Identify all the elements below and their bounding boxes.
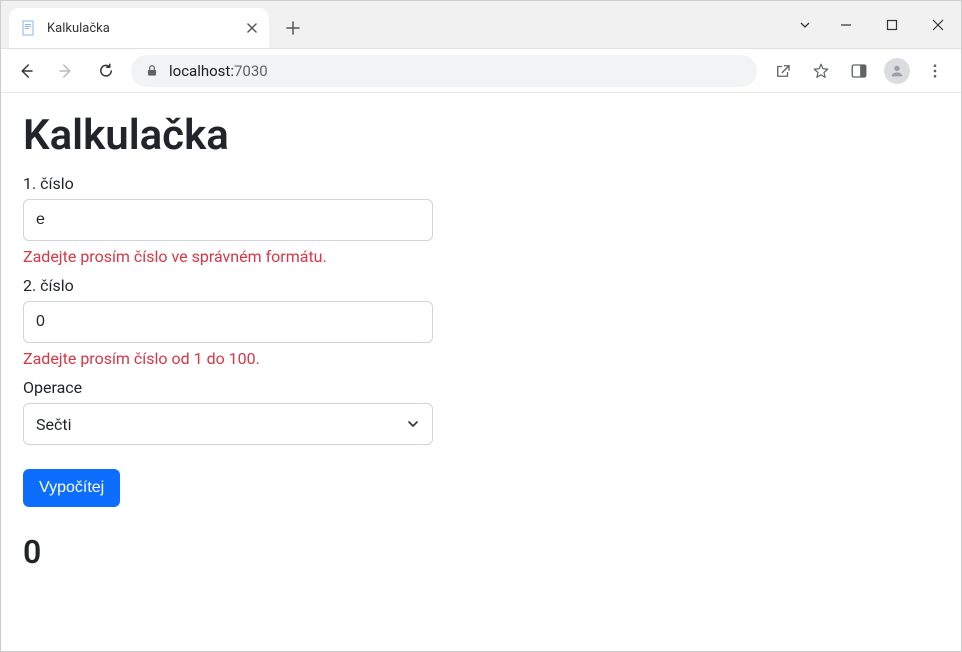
field-1-label: 1. číslo xyxy=(23,174,433,193)
result-value: 0 xyxy=(23,533,939,571)
url-text: localhost:7030 xyxy=(169,62,268,80)
chevron-down-icon[interactable] xyxy=(787,5,823,45)
maximize-button[interactable] xyxy=(869,5,915,45)
field-2-error: Zadejte prosím číslo od 1 do 100. xyxy=(23,349,433,368)
field-1-group: 1. číslo Zadejte prosím číslo ve správné… xyxy=(23,174,433,266)
close-tab-icon[interactable] xyxy=(247,23,257,33)
field-2-group: 2. číslo Zadejte prosím číslo od 1 do 10… xyxy=(23,276,433,368)
submit-button[interactable]: Vypočítej xyxy=(23,469,120,507)
page-favicon-icon xyxy=(21,20,37,36)
field-2-input[interactable] xyxy=(23,301,433,343)
page-title: Kalkulačka xyxy=(23,111,939,160)
back-button[interactable] xyxy=(11,56,41,86)
field-2-label: 2. číslo xyxy=(23,276,433,295)
window-controls xyxy=(787,5,961,45)
side-panel-icon[interactable] xyxy=(843,55,875,87)
operation-select[interactable]: Sečti xyxy=(23,403,433,445)
avatar-icon xyxy=(884,58,910,84)
toolbar-right xyxy=(767,55,951,87)
operation-label: Operace xyxy=(23,378,433,397)
tab-title: Kalkulačka xyxy=(47,21,110,36)
kebab-menu-icon[interactable] xyxy=(919,55,951,87)
chevron-down-icon xyxy=(406,417,420,431)
minimize-button[interactable] xyxy=(823,5,869,45)
window-titlebar: Kalkulačka xyxy=(1,1,961,49)
url-port: 7030 xyxy=(234,62,268,80)
lock-icon xyxy=(145,64,159,78)
page-content: Kalkulačka 1. číslo Zadejte prosím číslo… xyxy=(1,93,961,589)
tab-strip: Kalkulačka xyxy=(1,1,307,48)
browser-toolbar: localhost:7030 xyxy=(1,49,961,93)
forward-button[interactable] xyxy=(51,56,81,86)
reload-button[interactable] xyxy=(91,56,121,86)
field-1-input[interactable] xyxy=(23,199,433,241)
close-window-button[interactable] xyxy=(915,5,961,45)
new-tab-button[interactable] xyxy=(279,14,307,42)
share-icon[interactable] xyxy=(767,55,799,87)
bookmark-star-icon[interactable] xyxy=(805,55,837,87)
field-1-error: Zadejte prosím číslo ve správném formátu… xyxy=(23,247,433,266)
address-bar[interactable]: localhost:7030 xyxy=(131,55,757,87)
operation-group: Operace Sečti xyxy=(23,378,433,445)
url-host: localhost: xyxy=(169,62,234,80)
operation-selected-value: Sečti xyxy=(36,415,71,434)
browser-tab[interactable]: Kalkulačka xyxy=(9,8,269,48)
profile-avatar[interactable] xyxy=(881,55,913,87)
